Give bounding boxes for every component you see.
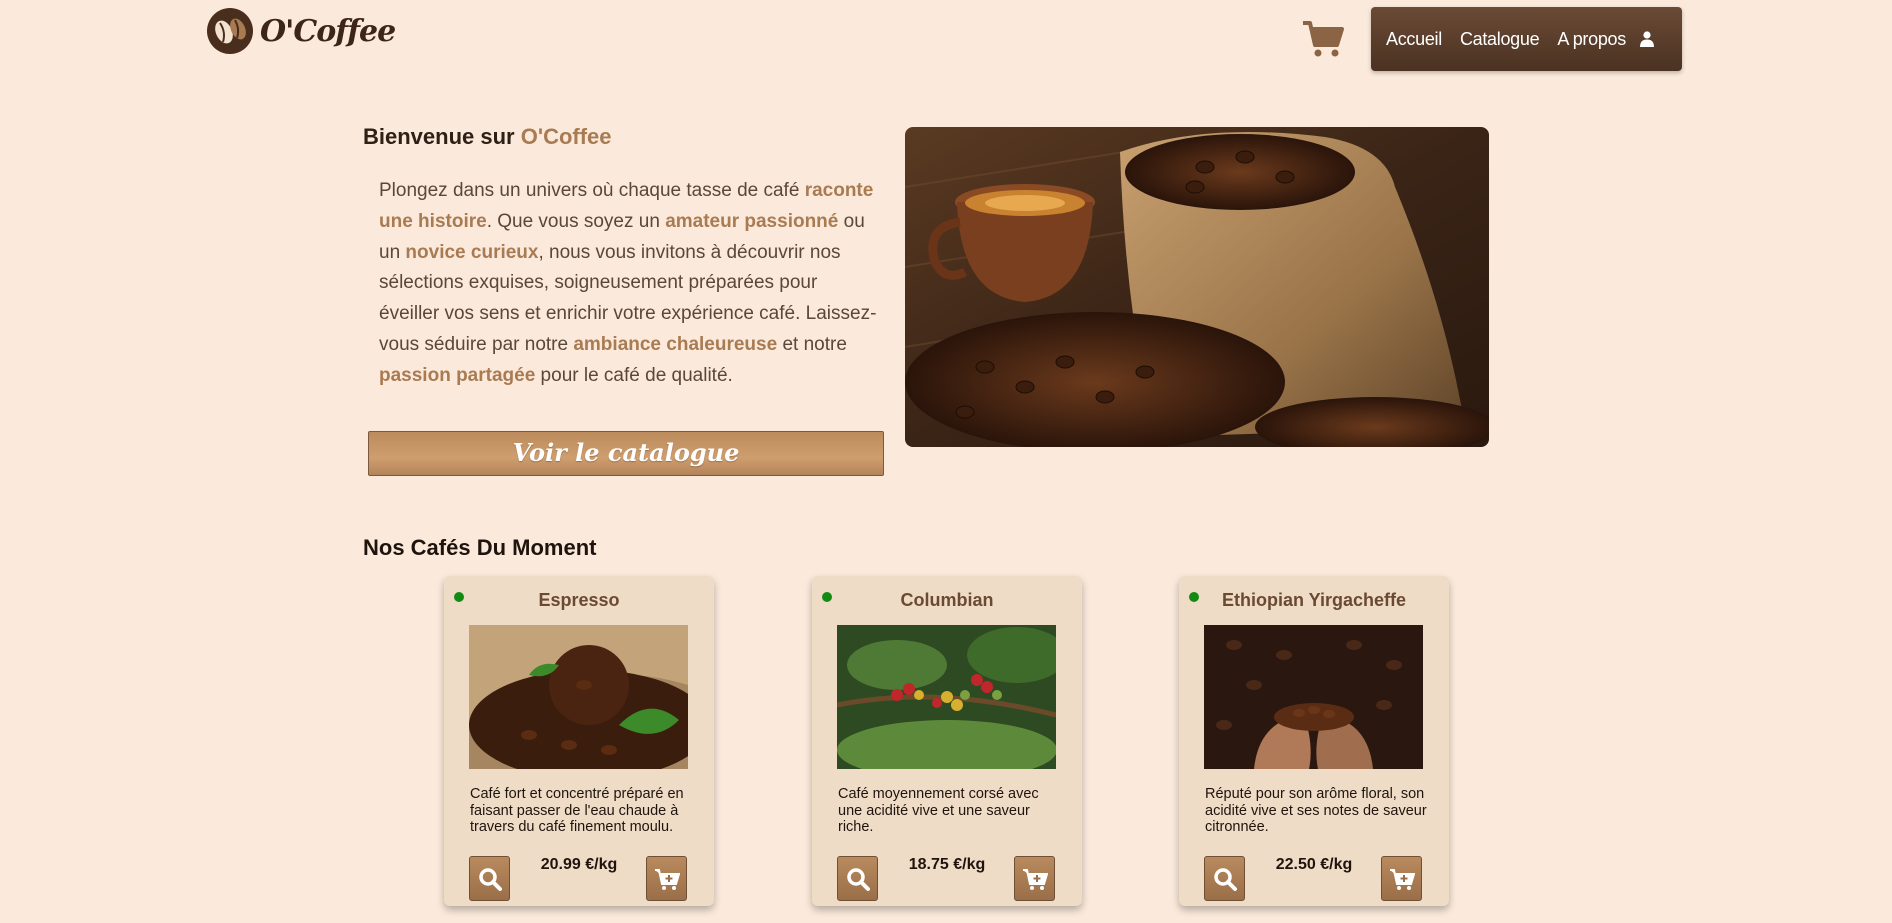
add-to-cart-button[interactable] — [1381, 856, 1422, 901]
intro-segment: Plongez dans un univers où chaque tasse … — [379, 180, 805, 201]
hero-image — [905, 127, 1489, 447]
user-icon[interactable] — [1639, 31, 1654, 47]
product-name: Columbian — [900, 590, 994, 610]
nav-catalogue[interactable]: Catalogue — [1460, 29, 1540, 50]
product-image — [1204, 625, 1423, 769]
cart-icon[interactable] — [1302, 20, 1344, 58]
product-name: Espresso — [538, 590, 620, 610]
intro-segment: et notre — [777, 333, 847, 355]
product-image — [837, 625, 1056, 769]
brand-name: O'Coffee — [260, 13, 396, 49]
intro-highlight: passion partagée — [379, 364, 536, 386]
product-image — [469, 625, 688, 769]
intro-highlight: novice curieux — [405, 241, 539, 263]
main-nav: Accueil Catalogue A propos — [1371, 7, 1682, 71]
add-to-cart-button[interactable] — [646, 856, 687, 901]
logo[interactable]: O'Coffee — [206, 7, 396, 55]
coffee-bean-icon — [207, 8, 253, 54]
welcome-brand: O'Coffee — [520, 124, 612, 149]
add-to-cart-button[interactable] — [1014, 856, 1055, 901]
view-catalogue-button[interactable]: Voir le catalogue — [368, 431, 884, 476]
product-card-columbian: Columbian Café moyennement corsé avec un… — [812, 576, 1082, 906]
product-description: Réputé pour son arôme floral, son acidit… — [1205, 786, 1427, 835]
section-title-featured: Nos Cafés Du Moment — [363, 535, 597, 560]
nav-a-propos[interactable]: A propos — [1557, 29, 1626, 50]
intro-segment: pour le café de qualité. — [535, 364, 733, 386]
product-description: Café moyennement corsé avec une acidité … — [838, 786, 1039, 835]
cart-plus-icon — [1022, 868, 1048, 890]
product-name: Ethiopian Yirgacheffe — [1221, 590, 1407, 610]
product-description: Café fort et concentré préparé en faisan… — [470, 786, 684, 835]
product-card-espresso: Espresso Café fort et concentré préparé … — [444, 576, 714, 906]
cart-plus-icon — [1389, 868, 1415, 890]
cart-plus-icon — [654, 868, 680, 890]
welcome-prefix: Bienvenue sur — [363, 124, 521, 149]
nav-accueil[interactable]: Accueil — [1386, 29, 1442, 50]
welcome-heading: Bienvenue sur O'Coffee — [363, 124, 612, 150]
intro-text: Plongez dans un univers où chaque tasse … — [379, 176, 882, 392]
page: O'Coffee Accueil Catalogue A propos Bien… — [0, 0, 1892, 923]
product-card-ethiopian-yirgacheffe: Ethiopian Yirgacheffe Réputé pour son ar… — [1179, 576, 1449, 906]
intro-segment: . Que vous soyez un — [486, 210, 666, 232]
intro-highlight: amateur passionné — [665, 210, 839, 232]
intro-highlight: ambiance chaleureuse — [573, 333, 778, 355]
